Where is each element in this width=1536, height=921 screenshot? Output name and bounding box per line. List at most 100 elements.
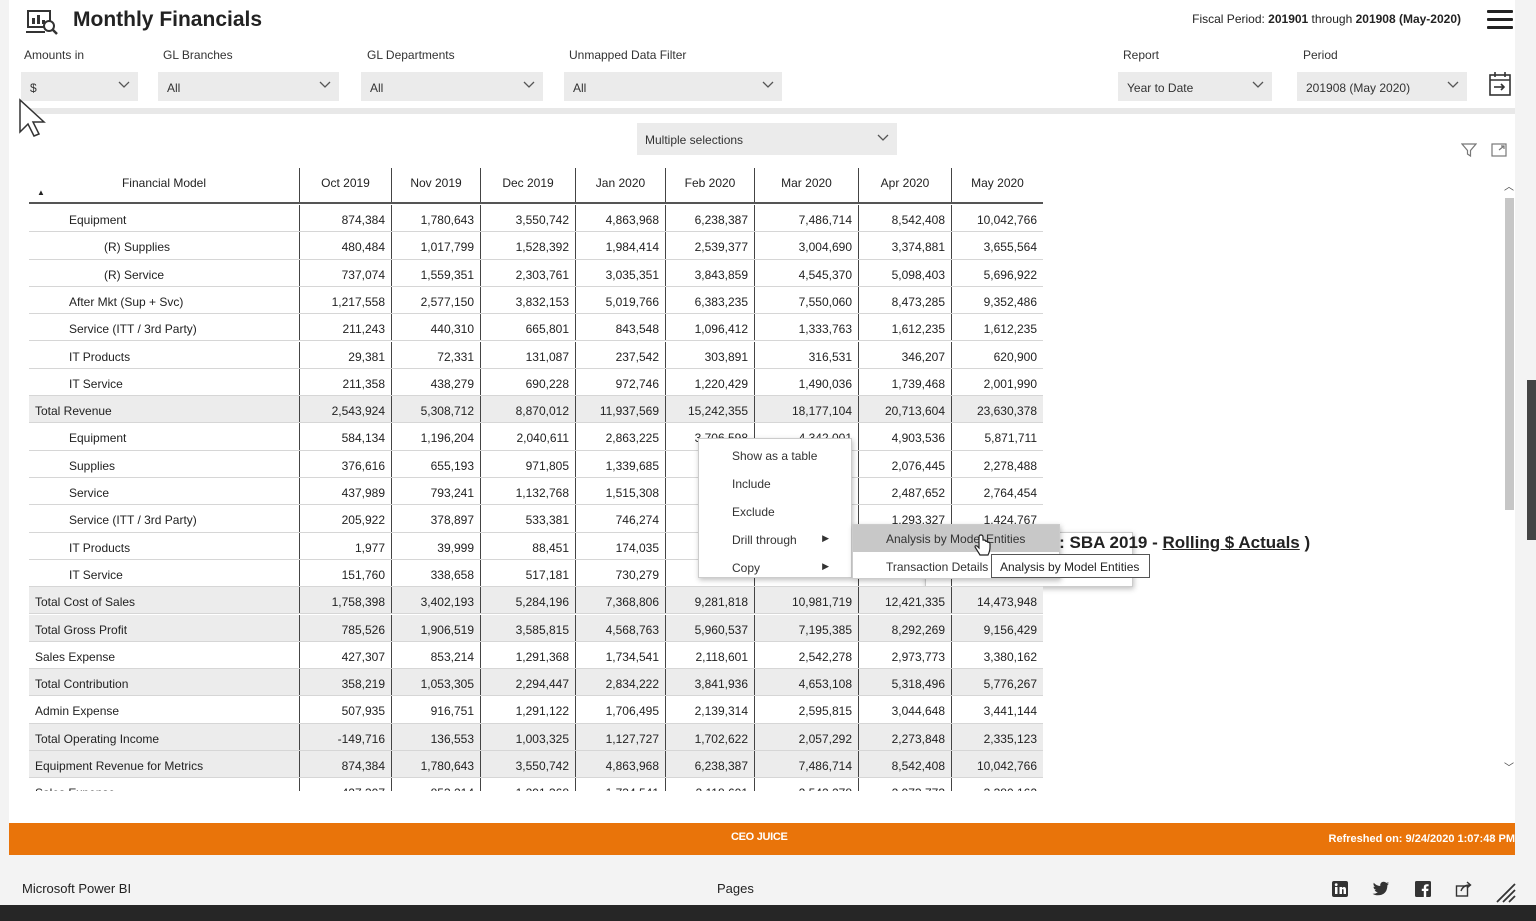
value-cell[interactable]: 655,193 (392, 450, 481, 477)
unmapped-dropdown[interactable]: All (564, 72, 782, 101)
value-cell[interactable]: 1,612,235 (859, 314, 952, 341)
value-cell[interactable]: 1,220,429 (666, 368, 755, 396)
value-cell[interactable]: 8,542,408 (859, 205, 952, 232)
value-cell[interactable]: 20,713,604 (859, 396, 952, 423)
value-cell[interactable]: 690,228 (481, 368, 576, 396)
value-cell[interactable]: 2,057,292 (755, 723, 859, 750)
value-cell[interactable]: 1,734,541 (576, 641, 666, 669)
header-financial-model[interactable]: Financial Model ▲ (29, 168, 300, 202)
value-cell[interactable]: 7,486,714 (755, 751, 859, 778)
value-cell[interactable]: 1,132,768 (481, 478, 576, 505)
value-cell[interactable]: 29,381 (300, 341, 392, 368)
row-label[interactable]: Equipment Revenue for Metrics (29, 751, 300, 778)
value-cell[interactable]: 6,238,387 (666, 751, 755, 778)
value-cell[interactable]: 2,139,314 (666, 696, 755, 723)
table-row[interactable]: (R) Service 737,074 1,559,351 2,303,761 3,03… (29, 259, 1043, 287)
menu-item-include[interactable]: Include (699, 469, 851, 496)
value-cell[interactable]: 1,196,204 (392, 423, 481, 450)
value-cell[interactable]: 1,528,392 (481, 232, 576, 259)
value-cell[interactable]: 8,292,269 (859, 614, 952, 641)
value-cell[interactable]: 1,559,351 (392, 259, 481, 286)
period-dropdown[interactable]: 201908 (May 2020) (1297, 72, 1467, 101)
value-cell[interactable]: 785,526 (300, 614, 392, 641)
value-cell[interactable]: 174,035 (576, 532, 666, 559)
value-cell[interactable]: 1,003,325 (481, 723, 576, 750)
value-cell[interactable]: 1,053,305 (392, 669, 481, 696)
value-cell[interactable]: 5,308,712 (392, 396, 481, 423)
value-cell[interactable]: 3,550,742 (481, 205, 576, 232)
value-cell[interactable]: 5,098,403 (859, 259, 952, 286)
value-cell[interactable]: 10,981,719 (755, 587, 859, 614)
departments-dropdown[interactable]: All (361, 72, 543, 101)
table-row[interactable]: Total Contribution 358,219 1,053,305 2,294,… (29, 669, 1043, 697)
value-cell[interactable]: 2,335,123 (952, 723, 1043, 750)
pages-navigator[interactable]: Pages (717, 881, 754, 896)
table-row[interactable]: Equipment 584,134 1,196,204 2,040,611 2,863,… (29, 423, 1043, 451)
value-cell[interactable]: 5,284,196 (481, 587, 576, 614)
value-cell[interactable]: 39,999 (392, 532, 481, 559)
value-cell[interactable]: 874,384 (300, 751, 392, 778)
value-cell[interactable]: 730,279 (576, 559, 666, 587)
value-cell[interactable]: 72,331 (392, 341, 481, 368)
value-cell[interactable]: 4,568,763 (576, 614, 666, 641)
table-row[interactable]: IT Products 29,381 72,331 131,087 237,542 303… (29, 341, 1043, 369)
value-cell[interactable]: 88,451 (481, 532, 576, 559)
table-row[interactable]: Supplies 376,616 655,193 971,805 1,339,685 2,… (29, 450, 1043, 478)
value-cell[interactable]: 6,238,387 (666, 205, 755, 232)
value-cell[interactable]: 1,984,414 (576, 232, 666, 259)
value-cell[interactable]: 2,539,377 (666, 232, 755, 259)
row-label[interactable]: Equipment (29, 423, 300, 450)
value-cell[interactable]: 4,903,536 (859, 423, 952, 450)
value-cell[interactable]: 303,891 (666, 341, 755, 368)
value-cell[interactable]: 874,384 (300, 205, 392, 232)
value-cell[interactable]: 2,273,848 (859, 723, 952, 750)
value-cell[interactable]: 4,545,370 (755, 259, 859, 286)
branches-dropdown[interactable]: All (158, 72, 339, 101)
value-cell[interactable]: 1,291,122 (481, 696, 576, 723)
value-cell[interactable]: 1,702,622 (666, 723, 755, 750)
value-cell[interactable]: 737,074 (300, 259, 392, 286)
value-cell[interactable]: 211,243 (300, 314, 392, 341)
value-cell[interactable]: 136,553 (392, 723, 481, 750)
value-cell[interactable]: 620,900 (952, 342, 1043, 368)
table-row[interactable]: Service (ITT / 3rd Party) 211,243 440,310 6… (29, 314, 1043, 342)
value-cell[interactable]: 972,746 (576, 368, 666, 396)
value-cell[interactable]: 358,219 (300, 669, 392, 696)
window-edge-scrollbar[interactable] (1527, 380, 1536, 540)
table-row[interactable]: Total Revenue 2,543,924 5,308,712 8,870,012… (29, 396, 1043, 424)
value-cell[interactable]: 3,550,742 (481, 751, 576, 778)
row-label[interactable]: (R) Supplies (29, 232, 300, 259)
row-label[interactable]: Service (29, 478, 300, 505)
subtitle-link[interactable]: Rolling $ Actuals (1162, 533, 1299, 552)
value-cell[interactable]: 3,441,144 (952, 696, 1043, 722)
row-label[interactable]: IT Products (29, 341, 300, 368)
value-cell[interactable]: 10,042,766 (952, 205, 1043, 231)
value-cell[interactable]: 1,734,541 (576, 778, 666, 791)
row-label[interactable]: IT Service (29, 368, 300, 396)
value-cell[interactable]: 440,310 (392, 314, 481, 341)
value-cell[interactable]: 5,696,922 (952, 260, 1043, 286)
value-cell[interactable]: 316,531 (755, 341, 859, 368)
value-cell[interactable]: 6,383,235 (666, 286, 755, 314)
table-row[interactable]: Sales Expense427,307853,2141,291,3681,73… (29, 641, 1043, 670)
table-row[interactable]: Admin Expense 507,935 916,751 1,291,122 1,70… (29, 696, 1043, 724)
value-cell[interactable]: 2,973,773 (859, 778, 952, 791)
value-cell[interactable]: 1,096,412 (666, 314, 755, 341)
value-cell[interactable]: 1,977 (300, 532, 392, 559)
scroll-up-icon[interactable]: ︿ (1504, 178, 1514, 193)
value-cell[interactable]: 12,421,335 (859, 587, 952, 614)
value-cell[interactable]: 1,739,468 (859, 368, 952, 396)
value-cell[interactable]: 1,706,495 (576, 696, 666, 723)
table-row[interactable]: Sales Expense427,307853,2141,291,3681,73… (29, 778, 1043, 791)
value-cell[interactable]: 2,487,652 (859, 478, 952, 505)
value-cell[interactable]: 1,490,036 (755, 368, 859, 396)
value-cell[interactable]: 237,542 (576, 341, 666, 368)
value-cell[interactable]: 517,181 (481, 559, 576, 587)
value-cell[interactable]: 2,595,815 (755, 696, 859, 723)
value-cell[interactable]: 15,242,355 (666, 396, 755, 423)
sort-ascending-icon[interactable]: ▲ (37, 188, 45, 197)
value-cell[interactable]: 1,780,643 (392, 751, 481, 778)
table-row[interactable]: Total Operating Income -149,716 136,553 1,0… (29, 723, 1043, 751)
submenu-item-analysis-by-model-entities[interactable]: Analysis by Model Entities (853, 525, 1059, 552)
value-cell[interactable]: 2,001,990 (952, 369, 1043, 395)
